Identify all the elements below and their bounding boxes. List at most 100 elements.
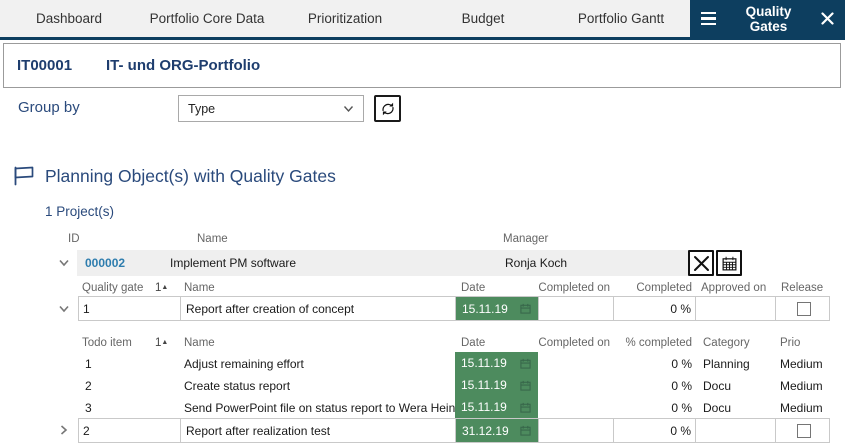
todo-category: Planning [703, 357, 750, 371]
qg-col-completed: Completed [613, 282, 692, 294]
todo-date: 15.11.19 [461, 356, 507, 370]
close-icon[interactable] [821, 12, 834, 25]
todo-prio: Medium [780, 379, 823, 393]
hamburger-icon[interactable] [701, 12, 716, 26]
quality-gate-row[interactable]: 1 Report after creation of concept 15.11… [78, 296, 830, 321]
qg-col-gate: Quality gate [82, 282, 143, 294]
gate-completed-on [539, 297, 614, 320]
todo-name: Adjust remaining effort [184, 357, 304, 371]
group-by-label: Group by [18, 99, 80, 116]
todo-col-item: Todo item [82, 337, 132, 349]
calendar-icon[interactable] [520, 358, 531, 369]
gate-number: 1 [79, 297, 181, 320]
calendar-icon[interactable] [520, 425, 531, 436]
todo-pct: 0 % [613, 401, 692, 415]
gate-number: 2 [79, 419, 181, 442]
todo-prio: Medium [780, 401, 823, 415]
tab-dashboard[interactable]: Dashboard [0, 0, 138, 37]
todo-date-cell[interactable]: 15.11.19 [455, 396, 538, 418]
gate-approved-on [696, 419, 776, 442]
todo-date: 15.11.19 [461, 378, 507, 392]
tab-budget[interactable]: Budget [414, 0, 552, 37]
calendar-button[interactable] [716, 250, 742, 276]
todo-col-prio: Prio [780, 337, 800, 349]
todo-col-completed-on: Completed on [538, 337, 610, 349]
todo-col-pct-completed: % completed [613, 337, 692, 349]
calendar-icon[interactable] [520, 303, 531, 314]
gate-completed-pct: 0 % [614, 419, 696, 442]
portfolio-header: IT00001 IT- und ORG-Portfolio [3, 43, 841, 88]
release-checkbox[interactable] [797, 302, 811, 316]
portfolio-id: IT00001 [17, 44, 72, 87]
tab-strip: Dashboard Portfolio Core Data Prioritiza… [0, 0, 690, 37]
todo-pct: 0 % [613, 379, 692, 393]
todo-col-category: Category [703, 337, 750, 349]
gate-date: 15.11.19 [462, 302, 508, 316]
collapse-chevron-icon[interactable] [58, 257, 70, 269]
qg-sort-indicator[interactable]: 1▲ [155, 282, 168, 294]
todo-prio: Medium [780, 357, 823, 371]
todo-date: 15.11.19 [461, 400, 507, 414]
quality-gate-row[interactable]: 2 Report after realization test 31.12.19… [78, 418, 830, 443]
todo-col-date: Date [461, 337, 485, 349]
gate-name: Report after realization test [181, 419, 456, 442]
gate-approved-on [696, 297, 776, 320]
quality-gates-page: Dashboard Portfolio Core Data Prioritiza… [0, 0, 845, 447]
tabbar-accent-line [0, 37, 845, 40]
qg-col-date: Date [461, 282, 485, 294]
qg-col-completed-on: Completed on [538, 282, 610, 294]
col-header-manager: Manager [503, 233, 548, 245]
delete-button[interactable] [688, 250, 714, 276]
release-checkbox[interactable] [797, 424, 811, 438]
gate-name: Report after creation of concept [181, 297, 456, 320]
qg-col-approved-on: Approved on [701, 282, 766, 294]
portfolio-name: IT- und ORG-Portfolio [106, 44, 260, 87]
todo-category: Docu [703, 401, 731, 415]
gate-date-cell[interactable]: 31.12.19 [456, 419, 539, 442]
todo-col-name: Name [184, 337, 215, 349]
project-row[interactable] [77, 250, 688, 276]
todo-number: 3 [85, 401, 92, 415]
group-by-selected-value: Type [188, 102, 343, 116]
gate-date-cell[interactable]: 15.11.19 [456, 297, 539, 320]
tab-prioritization[interactable]: Prioritization [276, 0, 414, 37]
sort-asc-icon: ▲ [161, 339, 168, 346]
gate-release-cell [776, 419, 831, 442]
gate-completed-on [539, 419, 614, 442]
group-by-select[interactable]: Type [178, 95, 364, 122]
todo-number: 1 [85, 357, 92, 371]
calendar-icon[interactable] [520, 402, 531, 413]
gate-completed-pct: 0 % [614, 297, 696, 320]
project-id-link[interactable]: 000002 [85, 256, 125, 270]
chevron-down-icon [343, 105, 354, 113]
tab-portfolio-gantt[interactable]: Portfolio Gantt [552, 0, 690, 37]
tab-portfolio-core-data[interactable]: Portfolio Core Data [138, 0, 276, 37]
refresh-button[interactable] [374, 95, 401, 122]
col-header-name: Name [197, 233, 228, 245]
gate-release-cell [776, 297, 831, 320]
projects-count: 1 Project(s) [45, 204, 114, 219]
todo-category: Docu [703, 379, 731, 393]
project-name: Implement PM software [170, 256, 296, 270]
todo-sort-indicator[interactable]: 1▲ [155, 337, 168, 349]
flag-icon [12, 165, 36, 187]
tab-bar: Dashboard Portfolio Core Data Prioritiza… [0, 0, 845, 40]
calendar-icon[interactable] [520, 380, 531, 391]
delete-icon [693, 255, 710, 272]
gate-date: 31.12.19 [462, 424, 509, 438]
active-tab-label: Quality Gates [726, 4, 811, 34]
expand-chevron-icon[interactable] [58, 424, 70, 436]
todo-date-cell[interactable]: 15.11.19 [455, 352, 538, 374]
todo-date-cell[interactable]: 15.11.19 [455, 374, 538, 396]
todo-name: Create status report [184, 379, 290, 393]
qg-col-release: Release [781, 282, 823, 294]
collapse-chevron-icon[interactable] [58, 303, 70, 315]
todo-pct: 0 % [613, 357, 692, 371]
project-manager: Ronja Koch [505, 256, 567, 270]
section-title: Planning Object(s) with Quality Gates [45, 166, 336, 187]
calendar-icon [721, 255, 738, 272]
todo-number: 2 [85, 379, 92, 393]
tab-quality-gates-active[interactable]: Quality Gates [690, 0, 845, 37]
refresh-icon [379, 100, 397, 118]
section-heading: Planning Object(s) with Quality Gates [12, 165, 336, 187]
